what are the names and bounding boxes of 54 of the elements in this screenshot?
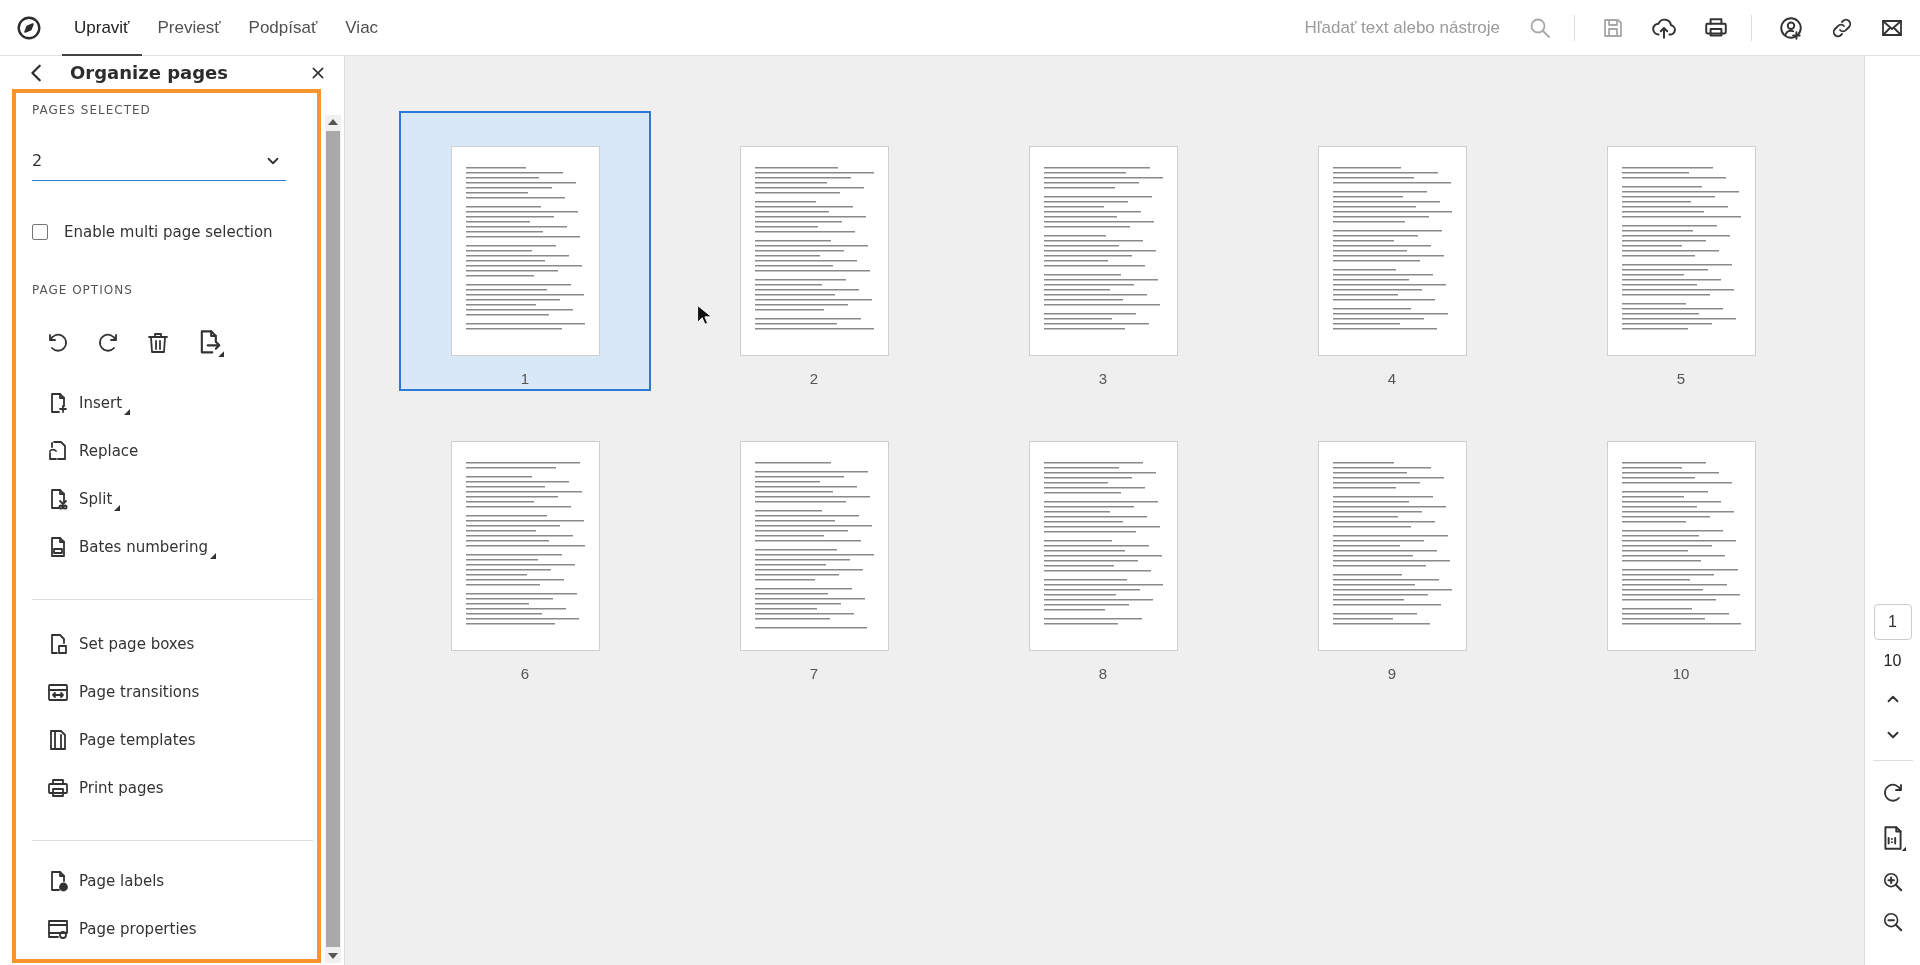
menu-item[interactable]: Replace [32,427,139,475]
zoom-in-button[interactable] [1881,871,1904,893]
page-number: 9 [1387,665,1397,682]
page-number: 10 [1672,665,1690,682]
page-cell[interactable]: 5 [1555,111,1807,391]
compass-icon[interactable] [16,14,42,41]
zoom-out-button[interactable] [1881,911,1904,933]
page-number: 1 [520,370,530,387]
menu-tab[interactable]: Podpísať [236,0,330,56]
add-user-icon[interactable] [1778,14,1804,41]
rotate-left-icon [46,331,70,355]
page-number: 8 [1098,665,1108,682]
menu-item[interactable]: Split [32,475,121,523]
menu-tab[interactable]: Viac [333,0,391,56]
menu-item[interactable]: Print pages [32,764,164,812]
page-number: 7 [809,665,819,682]
section-label: PAGE OPTIONS [32,283,133,297]
menu-item[interactable]: Bates numbering [32,523,216,571]
page-number: 5 [1676,370,1686,387]
rotate-right-icon [96,331,120,355]
page-cell[interactable]: 1 [399,111,651,391]
page-cell[interactable]: 10 [1555,406,1807,686]
page-cell[interactable]: 6 [399,406,651,686]
page-cell[interactable]: 2 [688,111,940,391]
page-number: 2 [809,370,819,387]
total-pages: 10 [1883,652,1902,670]
section-label: PAGES SELECTED [32,103,151,117]
page-number: 4 [1387,370,1397,387]
panel-title: Organize pages [70,62,228,83]
menu-item[interactable]: Page templates [32,716,196,764]
menu-item[interactable]: Insert [32,379,131,427]
page-number: 6 [520,665,530,682]
page-cell[interactable]: 7 [688,406,940,686]
menu-item[interactable]: Page properties [32,905,197,953]
menu-item[interactable]: Page labels [32,857,165,905]
zoom-in-icon [1881,871,1904,893]
menu-tab[interactable]: Previesť [145,0,233,56]
page-cell[interactable]: 3 [977,111,1229,391]
page-number-field[interactable]: 1 [1873,604,1912,640]
zoom-out-icon [1881,911,1904,933]
menu-item[interactable]: Set page boxes [32,620,195,668]
page-tool-icon [46,917,70,941]
page-number: 3 [1098,370,1108,387]
trash-icon [146,331,170,355]
pages-selected-dropdown[interactable]: 2 [32,141,286,181]
scrollbar[interactable] [325,115,341,963]
page-tool-icon [46,776,70,800]
menu-tab[interactable]: Upraviť [62,0,142,56]
page-cell[interactable]: 4 [1266,111,1518,391]
page-cell[interactable]: 9 [1266,406,1518,686]
checkbox-label: Enable multi page selection [64,223,273,241]
menu-item[interactable]: Page transitions [32,668,200,716]
checkbox[interactable] [32,224,48,240]
page-cell[interactable]: 8 [977,406,1229,686]
